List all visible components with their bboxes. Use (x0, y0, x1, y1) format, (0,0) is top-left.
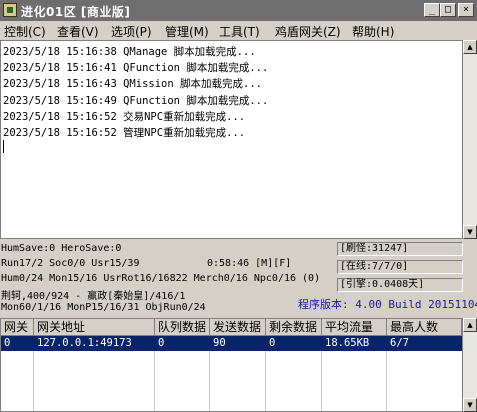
online-counter: [在线:7/7/0] (337, 260, 463, 274)
cell-gateway: 0 (4, 337, 11, 349)
cell-remaining: 0 (269, 337, 276, 349)
column-header[interactable]: 平均流量 (322, 319, 387, 336)
column-divider (265, 351, 266, 411)
menu-help[interactable]: 帮助(H) (352, 23, 394, 40)
status-counts: Hum0/24 Mon15/16 UsrRot16/16822 Merch0/1… (1, 273, 321, 284)
status-monsters: Mon60/1/16 MonP15/16/31 ObjRun0/24 (1, 302, 206, 313)
table-scrollbar[interactable]: ▲ ▼ (463, 318, 477, 412)
text-cursor (3, 140, 4, 153)
gateway-table[interactable]: 网关 网关地址 队列数据 发送数据 剩余数据 平均流量 最高人数 0 127.0… (0, 318, 463, 412)
refresh-counter: [刷怪:31247] (337, 242, 463, 256)
menu-view[interactable]: 查看(V) (57, 23, 99, 40)
menu-control[interactable]: 控制(C) (4, 23, 46, 40)
column-header[interactable]: 剩余数据 (266, 319, 322, 336)
version-label: 程序版本: 4.00 Build 20151104 (298, 298, 477, 311)
column-header[interactable]: 最高人数 (387, 319, 462, 336)
column-divider (209, 351, 210, 411)
cell-queue: 0 (158, 337, 165, 349)
engine-uptime: [引擎:0.0408天] (337, 278, 463, 292)
scroll-up-icon[interactable]: ▲ (463, 318, 477, 332)
minimize-button[interactable]: _ (424, 3, 440, 17)
scroll-down-icon[interactable]: ▼ (463, 398, 477, 412)
scroll-down-icon[interactable]: ▼ (463, 225, 477, 239)
cell-max-users: 6/7 (390, 337, 409, 349)
cell-address: 127.0.0.1:49173 (37, 337, 132, 349)
close-button[interactable]: × (458, 3, 474, 17)
log-line: 2023/5/18 15:16:43 QMission 脚本加载完成... (3, 78, 262, 90)
column-divider (154, 351, 155, 411)
log-line: 2023/5/18 15:16:52 交易NPC重新加载完成... (3, 111, 246, 123)
status-players: 荆轲,400/924 - 嬴政[秦始皇]/416/1 (1, 291, 186, 302)
log-line: 2023/5/18 15:16:49 QFunction 脚本加载完成... (3, 95, 269, 107)
log-panel[interactable]: 2023/5/18 15:16:38 QManage 脚本加载完成... 202… (0, 40, 463, 239)
menu-options[interactable]: 选项(P) (111, 23, 152, 40)
log-line: 2023/5/18 15:16:41 QFunction 脚本加载完成... (3, 62, 269, 74)
column-header[interactable]: 发送数据 (210, 319, 266, 336)
column-header[interactable]: 网关地址 (34, 319, 155, 336)
status-run: Run17/2 Soc0/0 Usr15/39 (1, 258, 140, 269)
status-time: 0:58:46 [M][F] (207, 258, 292, 269)
column-divider (321, 351, 322, 411)
window-title: 进化01区 [商业版] (21, 5, 131, 19)
log-line: 2023/5/18 15:16:52 管理NPC重新加载完成... (3, 127, 246, 139)
title-bar[interactable]: 进化01区 [商业版] _ □ × (0, 0, 477, 21)
status-save: HumSave:0 HeroSave:0 (1, 243, 122, 254)
log-line: 2023/5/18 15:16:38 QManage 脚本加载完成... (3, 46, 256, 58)
menu-bar: 控制(C) 查看(V) 选项(P) 管理(M) 工具(T) 鸡盾网关(Z) 帮助… (0, 21, 477, 40)
column-header[interactable]: 队列数据 (155, 319, 210, 336)
log-scrollbar[interactable]: ▲ ▼ (463, 40, 477, 239)
cell-sent: 90 (213, 337, 226, 349)
menu-gateway[interactable]: 鸡盾网关(Z) (275, 23, 341, 40)
scroll-up-icon[interactable]: ▲ (463, 40, 477, 54)
maximize-button[interactable]: □ (440, 3, 456, 17)
menu-manage[interactable]: 管理(M) (165, 23, 209, 40)
menu-tools[interactable]: 工具(T) (219, 23, 260, 40)
column-divider (386, 351, 387, 411)
column-divider (33, 351, 34, 411)
column-header[interactable]: 网关 (1, 319, 34, 336)
cell-traffic: 18.65KB (325, 337, 370, 349)
app-icon (3, 3, 17, 17)
